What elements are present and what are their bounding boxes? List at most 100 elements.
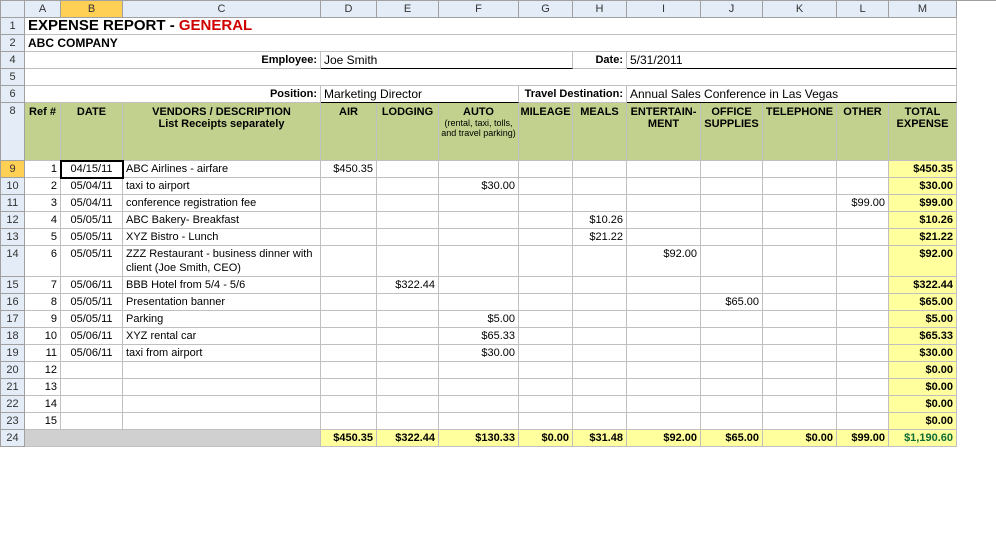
cell-office[interactable] bbox=[701, 277, 763, 294]
col-header-M[interactable]: M bbox=[889, 1, 957, 18]
row-header-21[interactable]: 21 bbox=[1, 379, 25, 396]
date-field[interactable]: 5/31/2011 bbox=[627, 52, 957, 69]
cell-auto[interactable] bbox=[439, 396, 519, 413]
cell-meals[interactable] bbox=[573, 161, 627, 178]
cell-auto[interactable] bbox=[439, 379, 519, 396]
cell-ref[interactable]: 1 bbox=[25, 161, 61, 178]
row-header-17[interactable]: 17 bbox=[1, 311, 25, 328]
row-header-24[interactable]: 24 bbox=[1, 430, 25, 447]
row-header-23[interactable]: 23 bbox=[1, 413, 25, 430]
row-header-19[interactable]: 19 bbox=[1, 345, 25, 362]
cell-date[interactable]: 05/04/11 bbox=[61, 195, 123, 212]
col-header-A[interactable]: A bbox=[25, 1, 61, 18]
cell-other[interactable]: $99.00 bbox=[837, 195, 889, 212]
cell-other[interactable] bbox=[837, 229, 889, 246]
row-header-1[interactable]: 1 bbox=[1, 18, 25, 35]
cell-tel[interactable] bbox=[763, 195, 837, 212]
cell-entertain[interactable] bbox=[627, 345, 701, 362]
cell-desc[interactable] bbox=[123, 362, 321, 379]
cell-meals[interactable] bbox=[573, 413, 627, 430]
cell-office[interactable] bbox=[701, 345, 763, 362]
cell-lodging[interactable] bbox=[377, 345, 439, 362]
cell-desc[interactable]: XYZ rental car bbox=[123, 328, 321, 345]
cell-date[interactable]: 05/06/11 bbox=[61, 328, 123, 345]
cell-lodging[interactable] bbox=[377, 212, 439, 229]
cell-meals[interactable] bbox=[573, 311, 627, 328]
cell-desc[interactable]: ABC Airlines - airfare bbox=[123, 161, 321, 178]
cell-air[interactable] bbox=[321, 413, 377, 430]
cell-ref[interactable]: 2 bbox=[25, 178, 61, 195]
cell-other[interactable] bbox=[837, 413, 889, 430]
cell-mileage[interactable] bbox=[519, 277, 573, 294]
cell-meals[interactable] bbox=[573, 178, 627, 195]
cell-mileage[interactable] bbox=[519, 178, 573, 195]
cell-ref[interactable]: 4 bbox=[25, 212, 61, 229]
cell-total[interactable]: $10.26 bbox=[889, 212, 957, 229]
cell-total[interactable]: $30.00 bbox=[889, 345, 957, 362]
row-header-22[interactable]: 22 bbox=[1, 396, 25, 413]
cell-ref[interactable]: 9 bbox=[25, 311, 61, 328]
cell-office[interactable] bbox=[701, 396, 763, 413]
col-header-E[interactable]: E bbox=[377, 1, 439, 18]
cell-air[interactable] bbox=[321, 379, 377, 396]
cell-meals[interactable] bbox=[573, 328, 627, 345]
cell-entertain[interactable] bbox=[627, 328, 701, 345]
cell-mileage[interactable] bbox=[519, 229, 573, 246]
cell-total[interactable]: $65.00 bbox=[889, 294, 957, 311]
cell-mileage[interactable] bbox=[519, 328, 573, 345]
cell-date[interactable] bbox=[61, 362, 123, 379]
cell-entertain[interactable] bbox=[627, 277, 701, 294]
cell-ref[interactable]: 14 bbox=[25, 396, 61, 413]
cell-other[interactable] bbox=[837, 362, 889, 379]
cell-lodging[interactable] bbox=[377, 311, 439, 328]
cell-entertain[interactable] bbox=[627, 362, 701, 379]
cell-lodging[interactable] bbox=[377, 195, 439, 212]
cell-air[interactable] bbox=[321, 277, 377, 294]
cell-lodging[interactable] bbox=[377, 161, 439, 178]
cell-ref[interactable]: 11 bbox=[25, 345, 61, 362]
cell-mileage[interactable] bbox=[519, 294, 573, 311]
row-header-14[interactable]: 14 bbox=[1, 246, 25, 277]
cell-office[interactable] bbox=[701, 362, 763, 379]
cell-office[interactable]: $65.00 bbox=[701, 294, 763, 311]
cell-lodging[interactable] bbox=[377, 328, 439, 345]
row-header-4[interactable]: 4 bbox=[1, 52, 25, 69]
cell-other[interactable] bbox=[837, 277, 889, 294]
cell-tel[interactable] bbox=[763, 212, 837, 229]
col-header-F[interactable]: F bbox=[439, 1, 519, 18]
cell-meals[interactable]: $10.26 bbox=[573, 212, 627, 229]
cell-desc[interactable]: XYZ Bistro - Lunch bbox=[123, 229, 321, 246]
cell-auto[interactable] bbox=[439, 362, 519, 379]
cell-office[interactable] bbox=[701, 311, 763, 328]
row-header-8[interactable]: 8 bbox=[1, 103, 25, 161]
cell-tel[interactable] bbox=[763, 345, 837, 362]
row-header-5[interactable]: 5 bbox=[1, 69, 25, 86]
cell-mileage[interactable] bbox=[519, 212, 573, 229]
cell-office[interactable] bbox=[701, 195, 763, 212]
cell-tel[interactable] bbox=[763, 161, 837, 178]
cell-auto[interactable] bbox=[439, 195, 519, 212]
cell-tel[interactable] bbox=[763, 328, 837, 345]
row-header-2[interactable]: 2 bbox=[1, 35, 25, 52]
cell-air[interactable] bbox=[321, 246, 377, 277]
cell-air[interactable] bbox=[321, 311, 377, 328]
employee-field[interactable]: Joe Smith bbox=[321, 52, 573, 69]
cell-ref[interactable]: 6 bbox=[25, 246, 61, 277]
cell-desc[interactable]: taxi from airport bbox=[123, 345, 321, 362]
col-header-I[interactable]: I bbox=[627, 1, 701, 18]
cell-entertain[interactable] bbox=[627, 413, 701, 430]
cell-tel[interactable] bbox=[763, 396, 837, 413]
cell-air[interactable] bbox=[321, 294, 377, 311]
cell-ref[interactable]: 7 bbox=[25, 277, 61, 294]
cell-meals[interactable] bbox=[573, 277, 627, 294]
cell-desc[interactable] bbox=[123, 396, 321, 413]
cell-other[interactable] bbox=[837, 294, 889, 311]
cell-date[interactable]: 05/05/11 bbox=[61, 229, 123, 246]
col-header-C[interactable]: C bbox=[123, 1, 321, 18]
cell-other[interactable] bbox=[837, 328, 889, 345]
cell-meals[interactable]: $21.22 bbox=[573, 229, 627, 246]
cell-tel[interactable] bbox=[763, 277, 837, 294]
cell-total[interactable]: $30.00 bbox=[889, 178, 957, 195]
cell-tel[interactable] bbox=[763, 229, 837, 246]
cell-date[interactable]: 05/05/11 bbox=[61, 246, 123, 277]
